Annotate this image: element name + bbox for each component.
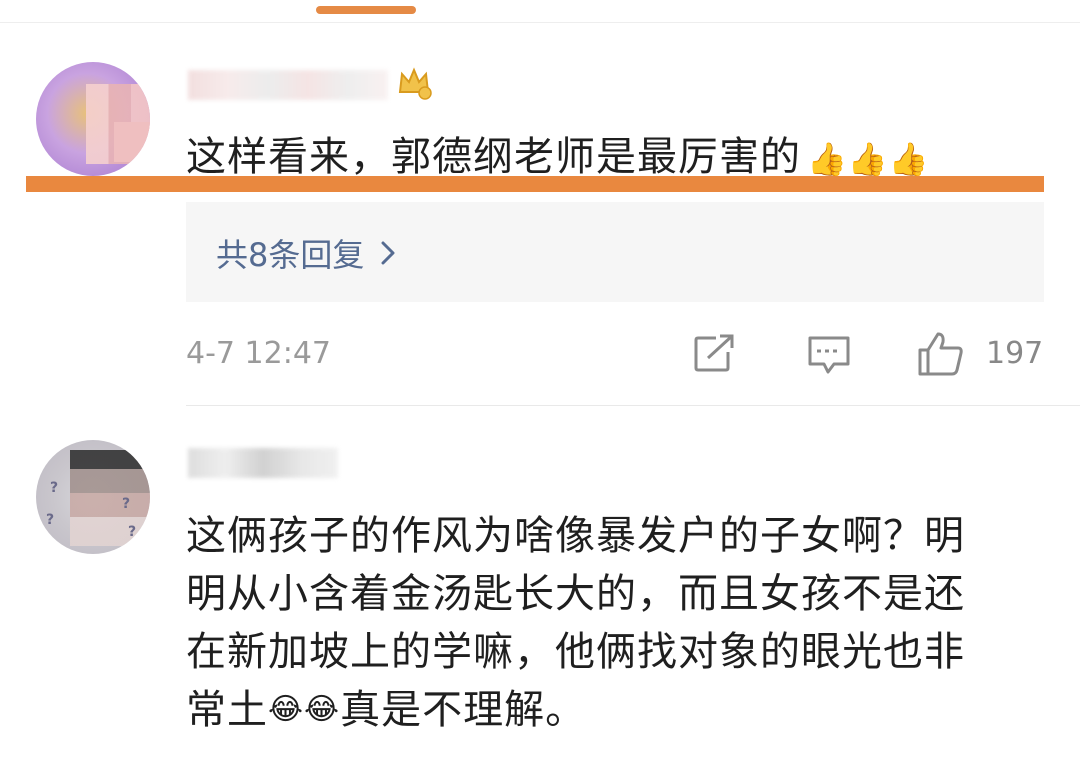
comment-fragment: 真是不理解。: [340, 687, 587, 733]
username-blurred[interactable]: [188, 70, 388, 100]
question-mark-decor: ?: [46, 512, 55, 528]
like-icon[interactable]: [916, 330, 966, 378]
avatar-mosaic: [114, 122, 150, 162]
like-count: 197: [986, 336, 1044, 371]
avatar[interactable]: ? ? ? ?: [36, 440, 150, 554]
chevron-right-icon: [381, 241, 395, 265]
drag-handle[interactable]: [316, 6, 416, 14]
view-replies-link[interactable]: 共8条回复: [216, 230, 396, 276]
comment-line: 常土😂😂真是不理解。: [186, 681, 1046, 739]
question-mark-decor: ?: [122, 496, 131, 512]
comment-line: 明从小含着金汤匙长大的，而且女孩不是还: [186, 571, 965, 617]
comment-body: 这样看来，郭德纲老师是最厉害的: [186, 134, 801, 180]
share-icon[interactable]: [692, 334, 736, 374]
replies-label: 共8条回复: [216, 236, 365, 274]
comment-screen: 这样看来，郭德纲老师是最厉害的 👍👍👍 共8条回复 4-7 12:47 197 ?…: [0, 0, 1080, 775]
comment-line: 在新加坡上的学嘛，他俩找对象的眼光也非: [186, 629, 965, 675]
comment-line: 这俩孩子的作风为啥像暴发户的子女啊？明: [186, 513, 965, 559]
crown-icon: [398, 67, 432, 100]
avatar[interactable]: [36, 62, 150, 176]
avatar-mosaic: [70, 450, 150, 546]
comment-icon[interactable]: [806, 334, 852, 376]
comment-fragment: 常土: [186, 687, 268, 733]
replies-box[interactable]: 共8条回复: [186, 202, 1044, 302]
highlight-bar: [26, 176, 1044, 192]
timestamp: 4-7 12:47: [186, 336, 331, 371]
laughing-emoji: 😂😂: [268, 692, 341, 727]
top-divider: [0, 22, 1080, 23]
question-mark-decor: ?: [128, 524, 137, 540]
comment-text: 这俩孩子的作风为啥像暴发户的子女啊？明 明从小含着金汤匙长大的，而且女孩不是还 …: [186, 507, 1046, 739]
username-blurred[interactable]: [188, 448, 338, 478]
comment-divider: [186, 405, 1080, 406]
question-mark-decor: ?: [50, 480, 59, 496]
